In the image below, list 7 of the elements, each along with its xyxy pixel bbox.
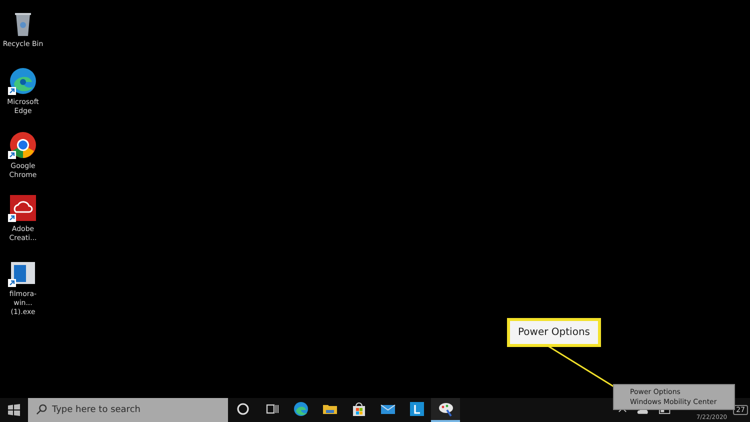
search-field[interactable]: Type here to search [28,398,228,422]
search-icon [36,404,47,415]
paint-palette-icon[interactable] [431,398,460,422]
wave-logo-icon[interactable] [8,66,38,96]
circle-logo-icon[interactable] [8,130,38,160]
callout-label: Power Options [507,318,601,347]
cloud-logo-icon[interactable] [8,193,38,223]
